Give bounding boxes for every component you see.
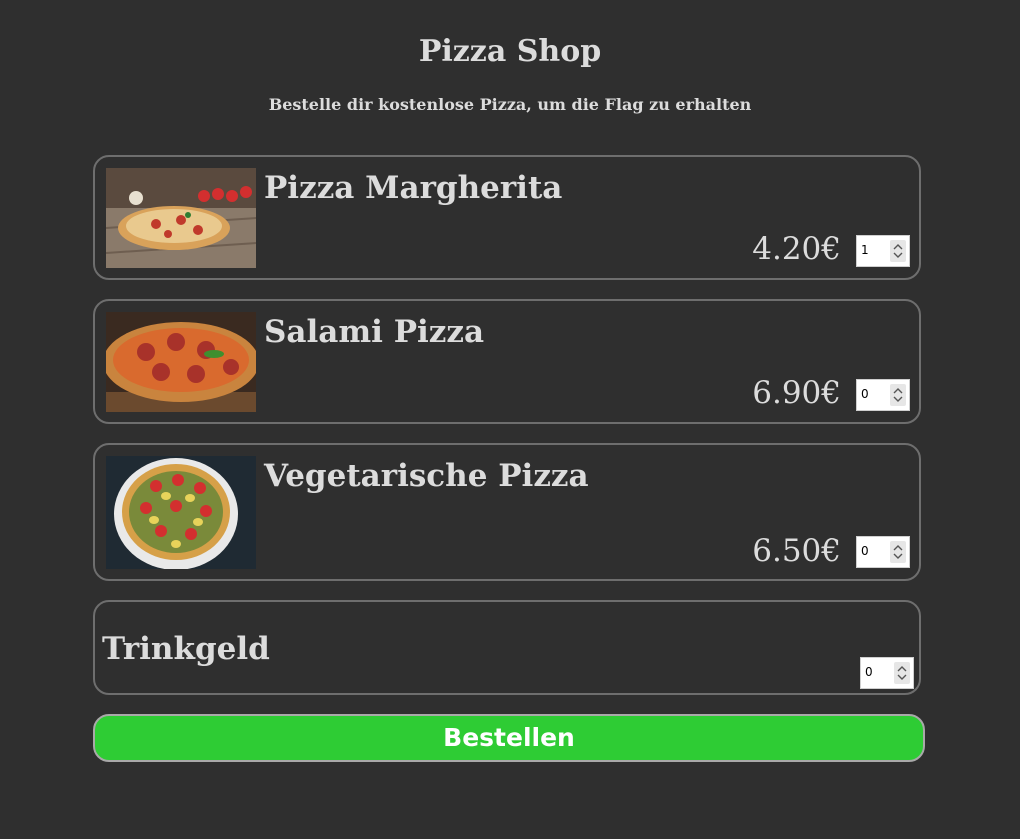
quantity-value: 0 [861,387,869,401]
page-title: Pizza Shop [418,34,602,69]
product-card-margherita: Pizza Margherita 4.20€ 1 [93,155,921,280]
product-name: Vegetarische Pizza [264,458,589,494]
spinner-arrows-icon[interactable] [890,240,906,262]
product-card-vegetarian: Vegetarische Pizza 6.50€ 0 [93,443,921,581]
quantity-value: 1 [861,243,869,257]
order-button[interactable]: Bestellen [93,714,925,762]
page-subtitle: Bestelle dir kostenlose Pizza, um die Fl… [268,95,752,114]
product-name: Pizza Margherita [264,170,563,206]
spinner-arrows-icon[interactable] [894,662,910,684]
pizza-margherita-image [106,168,256,268]
product-price: 6.90€ [752,375,841,411]
quantity-input[interactable]: 0 [856,379,910,411]
tip-input[interactable]: 0 [860,657,914,689]
spinner-arrows-icon[interactable] [890,541,906,563]
tip-card: Trinkgeld 0 [93,600,921,695]
pizza-shop-page: Pizza Shop Bestelle dir kostenlose Pizza… [0,0,1020,839]
tip-label: Trinkgeld [102,631,270,667]
product-price: 4.20€ [752,231,841,267]
spinner-arrows-icon[interactable] [890,384,906,406]
quantity-input[interactable]: 0 [856,536,910,568]
quantity-value: 0 [861,544,869,558]
tip-value: 0 [865,665,873,679]
salami-pizza-image [106,312,256,412]
product-name: Salami Pizza [264,314,485,350]
product-price: 6.50€ [752,533,841,569]
product-card-salami: Salami Pizza 6.90€ 0 [93,299,921,424]
quantity-input[interactable]: 1 [856,235,910,267]
vegetarian-pizza-image [106,456,256,569]
